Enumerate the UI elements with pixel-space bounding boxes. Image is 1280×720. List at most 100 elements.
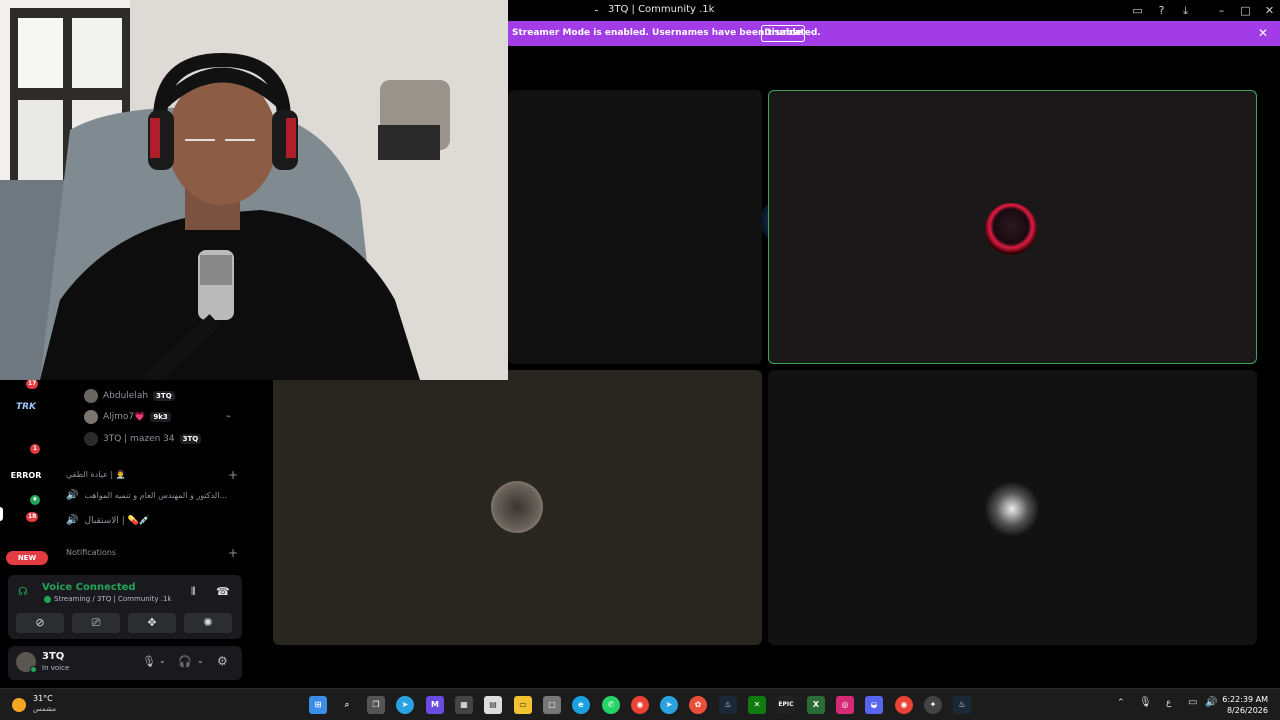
server-rail: 17 TRK 1 ERROR ♦ 18 xyxy=(0,379,52,685)
download-icon[interactable]: ⤓ xyxy=(1178,3,1193,18)
soundboard-button[interactable]: ✺ xyxy=(184,613,232,633)
disable-streamer-mode-button[interactable]: Disable xyxy=(761,25,805,42)
member-avatar xyxy=(84,410,98,424)
weather-temperature[interactable]: 31°C xyxy=(33,694,53,703)
edge-icon[interactable]: e xyxy=(572,696,590,714)
chevron-down-icon[interactable]: ⌄ xyxy=(197,656,204,665)
category-header[interactable]: عيادة الطقي | 👨‍⚕️ xyxy=(66,470,126,479)
member-tag: 3TQ xyxy=(179,434,202,444)
activities-button[interactable]: ✥ xyxy=(128,613,176,633)
chevron-up-icon[interactable]: ⌃ xyxy=(1117,698,1125,708)
voice-member[interactable]: 3TQ | mazen 34 3TQ xyxy=(84,431,202,447)
app-icon[interactable]: ▢ xyxy=(543,696,561,714)
voice-connected-panel: ☊ Voice Connected Streaming / 3TQ | Comm… xyxy=(8,575,242,639)
maximize-icon[interactable]: □ xyxy=(1238,3,1253,18)
online-badge: ♦ xyxy=(30,495,40,505)
task-view-icon[interactable]: ❐ xyxy=(367,696,385,714)
instagram-icon[interactable]: ◎ xyxy=(836,696,854,714)
voice-channel[interactable]: 🔊 الدكتور و المهندس العام و تنميه المواه… xyxy=(66,490,227,501)
weather-condition: مشمس xyxy=(33,705,56,713)
selected-indicator xyxy=(0,507,3,521)
app-icon[interactable]: ✦ xyxy=(924,696,942,714)
disconnect-icon[interactable]: ☎ xyxy=(216,585,230,598)
speaker-icon: 🔊 xyxy=(66,490,79,501)
clock-time: 6:22:39 AM xyxy=(1222,695,1268,704)
server-icon-trk[interactable]: TRK xyxy=(12,396,40,418)
chrome-icon[interactable]: ◉ xyxy=(895,696,913,714)
telegram-icon[interactable]: ➤ xyxy=(396,696,414,714)
camera-off-button[interactable]: ⊘ xyxy=(16,613,64,633)
participant-avatar xyxy=(985,203,1037,255)
steam-icon[interactable]: ♨ xyxy=(719,696,737,714)
weather-sun-icon[interactable] xyxy=(12,698,26,712)
store-icon[interactable]: ▦ xyxy=(455,696,473,714)
video-tile-4[interactable] xyxy=(768,370,1257,645)
language-icon[interactable]: ع xyxy=(1166,698,1171,708)
help-icon[interactable]: ? xyxy=(1154,3,1169,18)
start-icon[interactable]: ⊞ xyxy=(309,696,327,714)
close-window-icon[interactable]: ✕ xyxy=(1262,3,1277,18)
server-icon-error[interactable]: ERROR xyxy=(8,465,44,487)
member-name: Abdulelah xyxy=(103,391,149,401)
add-channel-icon[interactable]: + xyxy=(228,468,238,482)
clock[interactable]: 6:22:39 AM 8/26/2026 xyxy=(1222,694,1268,716)
chevron-down-icon[interactable]: ⌄ xyxy=(159,656,166,665)
xbox-icon[interactable]: ✕ xyxy=(748,696,766,714)
voice-channel[interactable]: 🔊 الاستقبال | 💊💉 xyxy=(66,515,150,526)
channel-name: الدكتور و المهندس العام و تنميه المواهب.… xyxy=(84,491,228,500)
file-explorer-icon[interactable]: ▭ xyxy=(514,696,532,714)
steam-icon[interactable]: ♨ xyxy=(953,696,971,714)
network-icon[interactable]: ▭ xyxy=(1188,697,1197,708)
member-name: Aljmo7💗 xyxy=(103,412,146,422)
photos-icon[interactable]: ✿ xyxy=(689,696,707,714)
streamer-mode-banner: Streamer Mode is enabled. Usernames have… xyxy=(508,21,1280,46)
minimize-icon[interactable]: – xyxy=(1214,3,1229,18)
webcam-overlay xyxy=(0,0,508,380)
channel-name: الاستقبال | 💊💉 xyxy=(84,515,151,526)
user-status: In voice xyxy=(42,664,70,672)
member-tag: 9k3 xyxy=(150,412,171,422)
microphone-icon[interactable]: 🎙 xyxy=(142,655,156,668)
notifications-category[interactable]: Notifications xyxy=(66,548,116,557)
video-tile-3[interactable] xyxy=(273,370,762,645)
whatsapp-icon[interactable]: ✆ xyxy=(602,696,620,714)
settings-gear-icon[interactable]: ⚙ xyxy=(217,654,228,668)
document-icon[interactable]: ▤ xyxy=(484,696,502,714)
new-mentions-pill[interactable]: NEW xyxy=(6,551,48,565)
m365-icon[interactable]: M xyxy=(426,696,444,714)
excel-icon[interactable]: X xyxy=(807,696,825,714)
video-tile-2-speaking[interactable] xyxy=(768,90,1257,364)
search-icon[interactable]: ⌕ xyxy=(338,696,356,714)
title-dot xyxy=(595,10,598,11)
username[interactable]: 3TQ xyxy=(42,651,64,662)
banner-close-icon[interactable]: ✕ xyxy=(1258,26,1268,40)
window-title: 3TQ | Community .1k xyxy=(608,4,715,15)
voice-member[interactable]: Aljmo7💗 9k3 ⌁ xyxy=(84,409,231,425)
user-panel: 3TQ In voice 🎙 ⌄ 🎧 ⌄ ⚙ xyxy=(8,646,242,680)
add-channel-icon[interactable]: + xyxy=(228,546,238,560)
noise-suppression-icon[interactable]: ⫴ xyxy=(191,585,196,599)
voice-member[interactable]: Abdulelah 3TQ xyxy=(84,388,175,404)
voice-status-title[interactable]: Voice Connected xyxy=(42,582,136,593)
unread-badge: 18 xyxy=(26,512,39,522)
unread-badge: 1 xyxy=(30,444,40,454)
participant-avatar xyxy=(984,481,1040,537)
chrome-icon[interactable]: ◉ xyxy=(631,696,649,714)
video-tile-1[interactable] xyxy=(508,90,806,364)
online-status-icon xyxy=(30,666,37,673)
channel-sidebar: Abdulelah 3TQ Aljmo7💗 9k3 ⌁ 3TQ | mazen … xyxy=(52,380,249,685)
clock-date: 8/26/2026 xyxy=(1226,706,1268,715)
streaming-dot xyxy=(44,596,51,603)
discord-icon[interactable]: ◒ xyxy=(865,696,883,714)
inbox-icon[interactable]: ▭ xyxy=(1130,3,1145,18)
microphone-icon[interactable]: 🎙 xyxy=(1139,697,1152,708)
speaker-icon: 🔊 xyxy=(66,515,79,526)
epic-games-icon[interactable]: EPIC xyxy=(777,696,795,714)
headphones-icon[interactable]: 🎧 xyxy=(178,655,192,668)
telegram-icon[interactable]: ➤ xyxy=(660,696,678,714)
unread-badge: 17 xyxy=(26,379,39,389)
participant-avatar xyxy=(491,481,543,533)
muted-icon: ⌁ xyxy=(225,412,232,422)
volume-icon[interactable]: 🔊 xyxy=(1205,697,1217,708)
share-screen-button[interactable]: ⎚ xyxy=(72,613,120,633)
